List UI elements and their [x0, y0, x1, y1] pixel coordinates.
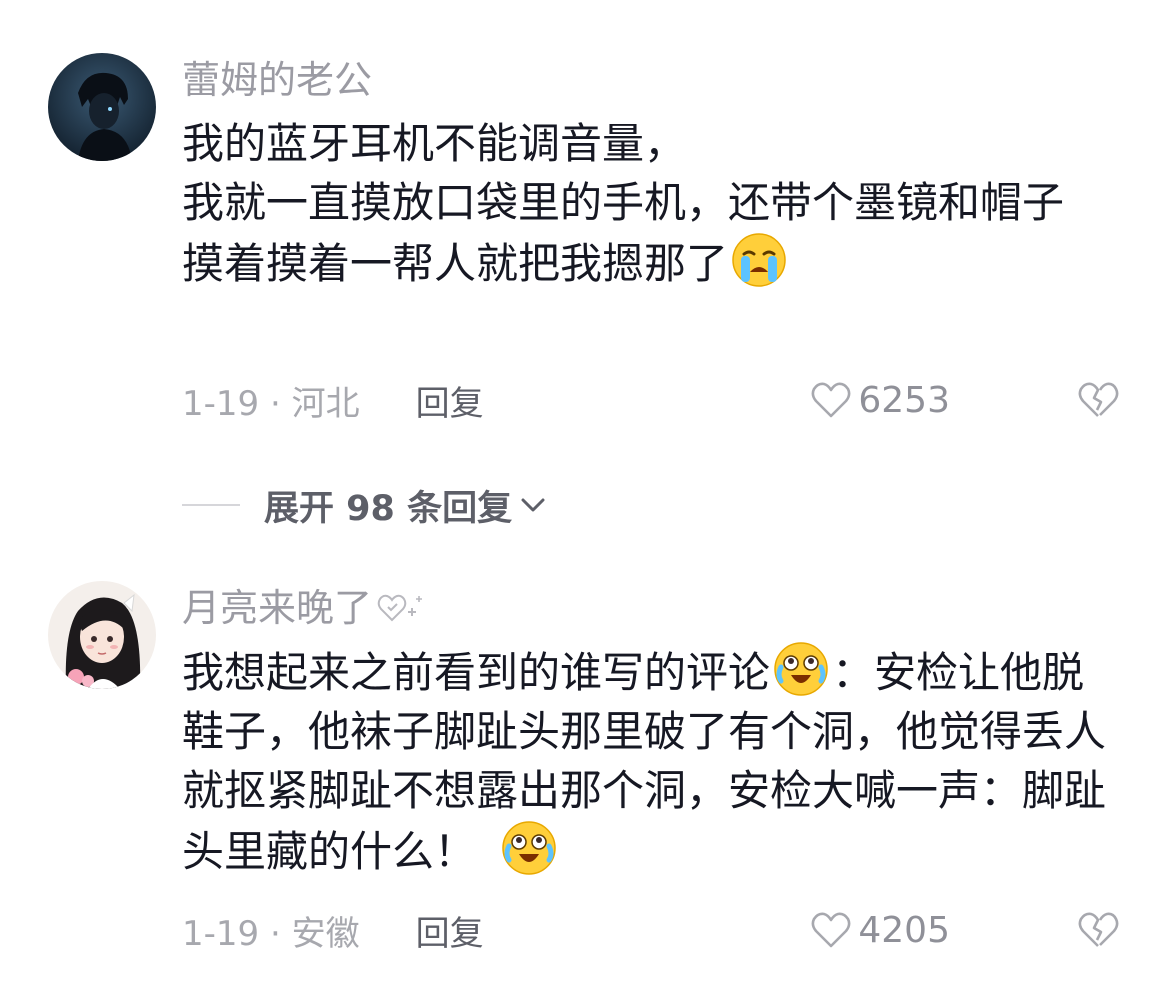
- laughing-crying-emoji-icon: [502, 821, 556, 875]
- comment-text: 我想起来之前看到的谁写的评论 ：安检让他脱鞋子，他袜子脚趾头那里破了有个洞，他觉…: [182, 641, 1117, 881]
- date-location: 1-19 · 河北: [182, 383, 360, 424]
- comment-line: 我的蓝牙耳机不能调音量，: [182, 119, 687, 168]
- date-location: 1-19 · 安徽: [182, 913, 360, 954]
- heart-outline-icon: [811, 382, 851, 418]
- avatar[interactable]: [48, 581, 156, 689]
- loudly-crying-emoji-icon: [732, 233, 786, 287]
- reply-button[interactable]: 回复: [416, 906, 484, 955]
- username[interactable]: 月亮来晚了: [182, 586, 424, 630]
- like-button[interactable]: 4205: [810, 910, 950, 951]
- heart-sparkle-icon: [377, 594, 423, 622]
- heart-outline-icon: [811, 912, 851, 948]
- comment-meta: 1-19 · 河北 回复 6253: [182, 375, 1120, 425]
- like-count: 4205: [858, 909, 950, 951]
- expand-replies-button[interactable]: 展开 98 条回复: [182, 480, 548, 530]
- broken-heart-icon[interactable]: [1076, 908, 1120, 952]
- avatar[interactable]: [48, 53, 156, 161]
- like-count: 6253: [858, 379, 950, 421]
- comment-line: 摸着摸着一帮人就把我摁那了: [182, 232, 1117, 293]
- broken-heart-icon[interactable]: [1076, 378, 1120, 422]
- comment-meta: 1-19 · 安徽 回复 4205: [182, 905, 1120, 955]
- comment-line: 我就一直摸放口袋里的手机，还带个墨镜和帽子: [182, 178, 1065, 227]
- laughing-crying-emoji-icon: [774, 642, 828, 696]
- like-button[interactable]: 6253: [810, 380, 950, 421]
- comment-text: 我的蓝牙耳机不能调音量， 我就一直摸放口袋里的手机，还带个墨镜和帽子 摸着摸着一…: [182, 114, 1117, 293]
- divider-line: [182, 504, 240, 506]
- expand-replies-label: 展开 98 条回复: [264, 488, 513, 529]
- chevron-down-icon: [521, 498, 545, 512]
- reply-button[interactable]: 回复: [416, 376, 484, 425]
- username[interactable]: 蕾姆的老公: [182, 58, 372, 102]
